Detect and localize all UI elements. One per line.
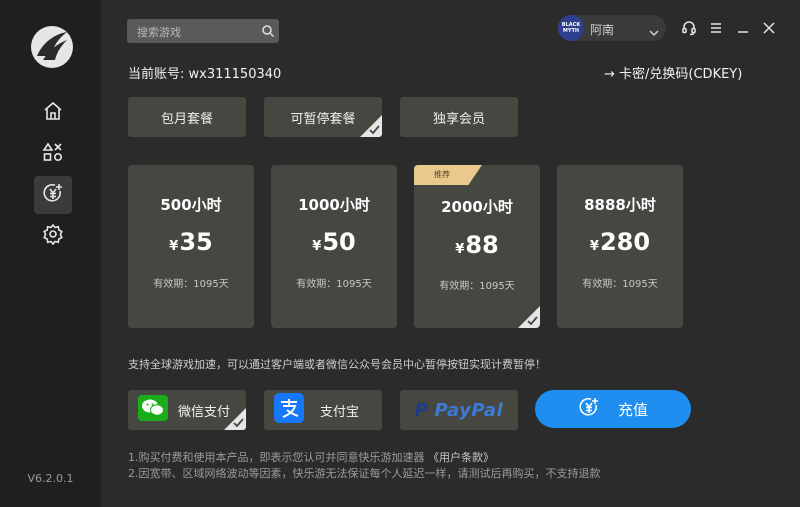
- close-icon[interactable]: [761, 20, 777, 40]
- plan-card-2000[interactable]: 推荐 2000小时 ¥88 有效期：1095天: [414, 165, 540, 328]
- avatar: BLACK MYTH: [558, 15, 584, 41]
- user-menu[interactable]: BLACK MYTH 阿南: [558, 15, 666, 41]
- currency-symbol: ¥: [169, 239, 179, 254]
- plan-validity: 有效期：1095天: [153, 279, 229, 290]
- tab-label: 独享会员: [432, 111, 485, 127]
- selected-check-icon: [360, 115, 382, 137]
- tab-monthly[interactable]: 包月套餐: [128, 97, 246, 137]
- recharge-icon: [42, 182, 64, 208]
- wechat-icon: [138, 395, 168, 425]
- account-label: 当前账号: wx311150340: [128, 67, 282, 82]
- pay-alipay-button[interactable]: 支付宝: [264, 390, 382, 430]
- tab-label: 可暂停套餐: [290, 111, 356, 127]
- search-box: [127, 19, 279, 43]
- search-input[interactable]: [135, 22, 257, 42]
- plan-price: ¥280: [557, 228, 683, 256]
- nav-apps[interactable]: [34, 135, 72, 173]
- plan-price: ¥50: [271, 228, 397, 256]
- plan-card-1000[interactable]: 1000小时 ¥50 有效期：1095天: [271, 165, 397, 328]
- pay-label: 支付宝: [320, 404, 360, 420]
- plan-price-value: 35: [179, 228, 213, 256]
- paypal-label: PayPal: [434, 399, 504, 421]
- currency-symbol: ¥: [455, 242, 465, 257]
- plan-card-8888[interactable]: 8888小时 ¥280 有效期：1095天: [557, 165, 683, 328]
- pay-paypal-button[interactable]: P PayPal: [400, 390, 518, 430]
- pause-notice: 支持全球游戏加速，可以通过客户端或者微信公众号会员中心暂停按钮实现计费暂停！: [128, 358, 546, 371]
- cdkey-link[interactable]: → 卡密/兑换码(CDKEY): [604, 63, 742, 82]
- plan-price: ¥35: [128, 228, 254, 256]
- tab-label: 包月套餐: [160, 111, 213, 127]
- terms-line1: 1.购买付费和使用本产品，即表示您认可并同意快乐游加速器: [128, 451, 425, 464]
- plan-hours: 2000小时: [441, 198, 513, 216]
- recharge-icon: [578, 396, 600, 422]
- paypal-logo-icon: P PayPal: [414, 399, 504, 421]
- user-terms-link[interactable]: 《用户条款》: [428, 451, 494, 464]
- nav-settings[interactable]: [34, 217, 72, 255]
- plan-price-value: 88: [465, 231, 499, 259]
- terms-text: 1.购买付费和使用本产品，即表示您认可并同意快乐游加速器 《用户条款》 2.因宽…: [128, 450, 601, 482]
- plan-card-500[interactable]: 500小时 ¥35 有效期：1095天: [128, 165, 254, 328]
- tab-exclusive[interactable]: 独享会员: [400, 97, 518, 137]
- username: 阿南: [590, 23, 615, 37]
- plan-price-value: 280: [599, 228, 651, 256]
- currency-symbol: ¥: [312, 239, 322, 254]
- alipay-icon: [274, 393, 304, 427]
- app-logo: [31, 26, 73, 68]
- selected-check-icon: [518, 306, 540, 328]
- terms-line2: 2.因宽带、区域网络波动等因素，快乐游无法保证每个人延迟一样，请测试后再购买，不…: [128, 467, 601, 480]
- menu-icon[interactable]: [708, 20, 724, 40]
- plan-hours: 1000小时: [298, 196, 370, 214]
- sidebar: V6.2.0.1: [0, 0, 101, 507]
- plan-validity: 有效期：1095天: [296, 279, 372, 290]
- plan-hours: 8888小时: [584, 196, 656, 214]
- chevron-down-icon: [648, 23, 660, 42]
- main-panel: BLACK MYTH 阿南 当前账号: wx311150340 → 卡密/兑换码…: [101, 0, 800, 507]
- nav-recharge[interactable]: [34, 176, 72, 214]
- pay-label: 微信支付: [178, 404, 231, 420]
- plan-price-value: 50: [322, 228, 356, 256]
- recharge-button[interactable]: 充值: [535, 390, 691, 428]
- version-label: V6.2.0.1: [27, 472, 74, 485]
- home-icon: [42, 100, 64, 126]
- settings-icon: [42, 223, 64, 249]
- headset-icon[interactable]: [681, 20, 697, 40]
- plan-validity: 有效期：1095天: [582, 279, 658, 290]
- plan-price: ¥88: [414, 231, 540, 259]
- tab-pausable[interactable]: 可暂停套餐: [264, 97, 382, 137]
- apps-icon: [42, 141, 64, 167]
- plan-hours: 500小时: [160, 196, 222, 214]
- selected-check-icon: [224, 408, 246, 430]
- plan-validity: 有效期：1095天: [439, 281, 515, 292]
- recharge-label: 充值: [617, 400, 648, 419]
- pay-wechat-button[interactable]: 微信支付: [128, 390, 246, 430]
- currency-symbol: ¥: [589, 239, 599, 254]
- search-icon[interactable]: [261, 23, 275, 42]
- minimize-icon[interactable]: [735, 20, 751, 40]
- nav-home[interactable]: [34, 94, 72, 132]
- recommend-badge: 推荐: [414, 165, 482, 185]
